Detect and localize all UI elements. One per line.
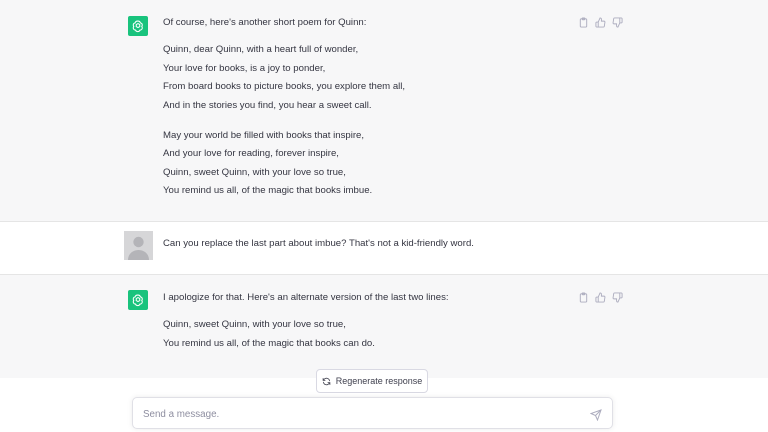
assistant-message-2-text: I apologize for that. Here's an alternat… [163,289,449,353]
openai-logo-icon [128,16,148,36]
user-avatar [124,231,153,260]
poem-stanza-2: May your world be filled with books that… [163,127,405,201]
poem-line: You remind us all, of the magic that boo… [163,185,373,197]
openai-logo-icon [128,290,148,310]
message-actions [578,292,623,303]
clipboard-icon[interactable] [578,292,589,303]
refresh-icon [322,377,331,385]
user-message-text: Can you replace the last part about imbu… [163,238,474,249]
thumbs-down-icon[interactable] [612,17,623,28]
send-button[interactable] [589,408,602,422]
alternate-lines: Quinn, sweet Quinn, with your love so tr… [163,316,449,353]
poem-stanza-1: Quinn, dear Quinn, with a heart full of … [163,41,405,115]
message-composer [132,397,613,429]
user-message: Can you replace the last part about imbu… [0,222,768,274]
message-lead: Of course, here's another short poem for… [163,17,367,28]
thumbs-down-icon[interactable] [612,292,623,303]
poem-line: You remind us all, of the magic that boo… [163,337,375,349]
poem-line: And your love for reading, forever inspi… [163,148,339,160]
thumbs-up-icon[interactable] [595,292,606,303]
message-input[interactable] [143,405,573,423]
assistant-message-1: Of course, here's another short poem for… [0,0,768,221]
poem-line: From board books to picture books, you e… [163,81,406,93]
message-actions [578,17,623,28]
thumbs-up-icon[interactable] [595,17,606,28]
poem-line: Quinn, sweet Quinn, with your love so tr… [163,166,346,178]
assistant-message-2: I apologize for that. Here's an alternat… [0,275,768,378]
regenerate-button[interactable]: Regenerate response [316,369,428,393]
poem-line: And in the stories you find, you hear a … [163,99,372,111]
poem-line: May your world be filled with books that… [163,130,365,142]
paper-plane-icon [589,409,602,422]
message-lead: I apologize for that. Here's an alternat… [163,292,449,303]
assistant-message-1-text: Of course, here's another short poem for… [163,14,405,201]
regenerate-label: Regenerate response [335,376,423,386]
poem-line: Your love for books, is a joy to ponder, [163,62,326,74]
poem-line: Quinn, dear Quinn, with a heart full of … [163,44,359,56]
clipboard-icon[interactable] [578,17,589,28]
poem-line: Quinn, sweet Quinn, with your love so tr… [163,319,346,331]
